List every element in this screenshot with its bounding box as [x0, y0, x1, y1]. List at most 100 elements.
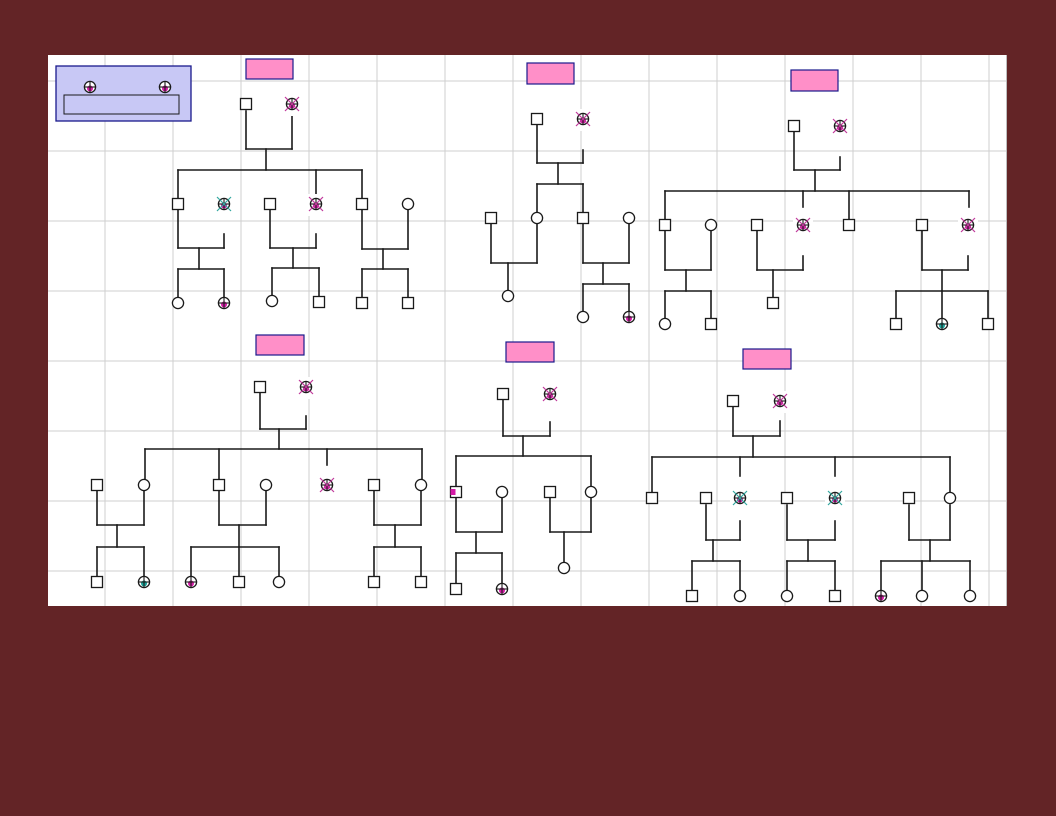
male-symbol [726, 394, 740, 408]
male-symbol [704, 317, 718, 331]
square-male-icon [685, 589, 699, 603]
male-symbol [645, 491, 659, 505]
square-male-icon [766, 296, 780, 310]
square-male-icon [787, 119, 801, 133]
circle-female-icon [137, 478, 151, 492]
deceased-female-icon [958, 215, 978, 237]
male-symbol [543, 485, 557, 499]
female-symbol [576, 310, 590, 324]
family-title-box [742, 348, 792, 370]
square-male-icon [699, 491, 713, 505]
male-symbol [780, 491, 794, 505]
male-symbol [685, 589, 699, 603]
square-male-icon [355, 296, 369, 310]
male-symbol [367, 575, 381, 589]
circle-female-icon [265, 294, 279, 308]
square-male-icon [90, 575, 104, 589]
square-male-icon [312, 295, 326, 309]
female-symbol [495, 485, 509, 499]
male-symbol [212, 478, 226, 492]
circle-female-icon [495, 485, 509, 499]
square-male-icon [414, 575, 428, 589]
crossed-circle-female-icon [622, 310, 636, 324]
female-symbol [414, 478, 428, 492]
crossed-circle-female-icon [217, 296, 231, 310]
legend-panel[interactable] [55, 65, 192, 122]
male-symbol [530, 112, 544, 126]
grid [48, 55, 1006, 606]
crossed-circle-female-icon [184, 575, 198, 589]
male-symbol [484, 211, 498, 225]
deceased-female-icon [825, 488, 845, 510]
square-male-icon [704, 317, 718, 331]
square-male-icon [484, 211, 498, 225]
female-symbol [557, 561, 571, 575]
crossed-circle-female-icon [935, 317, 949, 331]
square-male-icon [355, 197, 369, 211]
female-symbol [780, 589, 794, 603]
male-symbol [828, 589, 842, 603]
male-symbol [787, 119, 801, 133]
family-title-box [255, 334, 305, 356]
square-male-icon [889, 317, 903, 331]
square-male-icon [658, 218, 672, 232]
female-symbol [622, 211, 636, 225]
deceased-female-icon [296, 377, 316, 399]
female-symbol [943, 491, 957, 505]
circle-female-icon [557, 561, 571, 575]
male-symbol [699, 491, 713, 505]
male-symbol [312, 295, 326, 309]
circle-female-icon [733, 589, 747, 603]
crossed-circle-female-icon [83, 80, 97, 94]
female-symbol [137, 478, 151, 492]
circle-female-icon [171, 296, 185, 310]
square-male-icon [90, 478, 104, 492]
crossed-circle-female-icon [137, 575, 151, 589]
square-male-icon [576, 211, 590, 225]
male-symbol [253, 380, 267, 394]
female-symbol [584, 485, 598, 499]
male-symbol [449, 582, 463, 596]
square-male-icon [543, 485, 557, 499]
legend-label-field [63, 94, 180, 115]
male-symbol [981, 317, 995, 331]
square-male-icon [902, 491, 916, 505]
family-titles [245, 58, 839, 370]
square-male-icon [367, 478, 381, 492]
square-male-icon [530, 112, 544, 126]
circle-female-icon [704, 218, 718, 232]
circle-female-icon [501, 289, 515, 303]
female-symbol [501, 289, 515, 303]
male-symbol [90, 575, 104, 589]
male-symbol [239, 97, 253, 111]
female-symbol [530, 211, 544, 225]
square-male-icon [367, 575, 381, 589]
male-symbol [658, 218, 672, 232]
circle-female-icon [259, 478, 273, 492]
circle-female-icon [943, 491, 957, 505]
deceased-female-icon [770, 391, 790, 413]
circle-female-icon [915, 589, 929, 603]
female-symbol [272, 575, 286, 589]
family-title-box [245, 58, 294, 80]
circle-female-icon [414, 478, 428, 492]
square-male-icon [401, 296, 415, 310]
male-symbol [401, 296, 415, 310]
female-symbol [733, 589, 747, 603]
deceased-female-icon [306, 194, 326, 216]
female-symbol [915, 589, 929, 603]
square-male-icon [232, 575, 246, 589]
circle-female-icon [780, 589, 794, 603]
square-male-icon [828, 589, 842, 603]
family-title-box [790, 69, 839, 92]
deceased-female-icon [830, 116, 850, 138]
family-title-box [505, 341, 555, 363]
circle-female-icon [530, 211, 544, 225]
pedigree-diagram [48, 55, 1006, 606]
male-symbol [171, 197, 185, 211]
circle-female-icon [576, 310, 590, 324]
square-male-icon [171, 197, 185, 211]
circle-female-icon [401, 197, 415, 211]
square-male-icon [263, 197, 277, 211]
deceased-female-icon [730, 488, 750, 510]
